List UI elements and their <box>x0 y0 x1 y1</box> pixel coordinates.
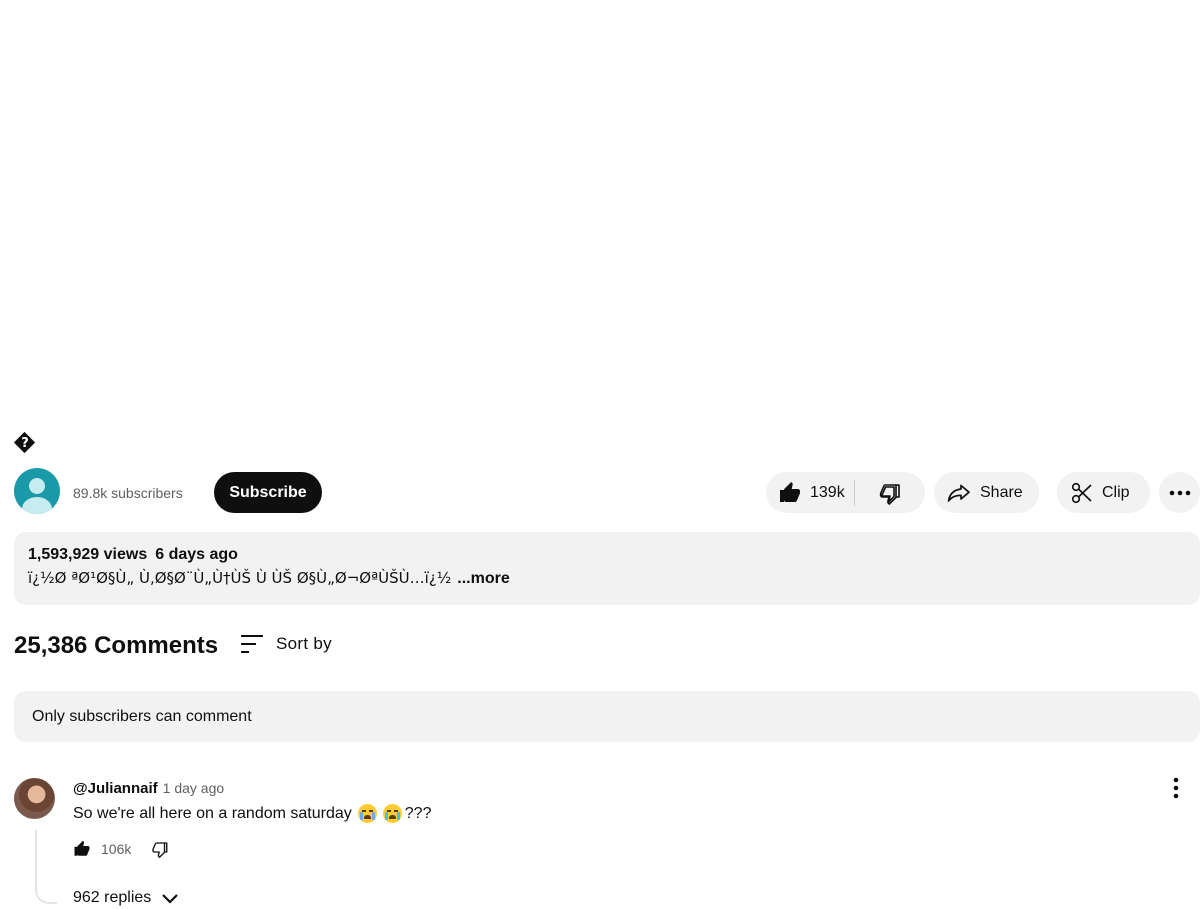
clip-label: Clip <box>1102 483 1130 501</box>
share-label: Share <box>980 483 1023 501</box>
sort-by-button[interactable]: Sort by <box>240 632 332 656</box>
sort-icon <box>241 635 263 653</box>
loudly-crying-face-icon <box>382 804 402 823</box>
description-meta: 1,593,929 views 6 days ago <box>28 546 1186 564</box>
comment-actions: 106k <box>73 838 169 860</box>
clip-button[interactable]: Clip <box>1057 472 1150 513</box>
comment-dislike-button[interactable] <box>151 840 169 858</box>
description-text: ï¿½Ø ªØ¹Ø§Ù„ Ù‚Ø§Ø¨Ù„Ù†ÙŠ Ù ÙŠ Ø§Ù„Ø¬ØªÙ… <box>28 569 510 587</box>
comment-header: @Juliannaif 1 day ago <box>73 780 224 797</box>
loudly-crying-face-icon <box>357 804 377 823</box>
comment-text: So we're all here on a random saturday ?… <box>73 804 432 823</box>
more-actions-button[interactable] <box>1159 472 1200 513</box>
share-icon <box>947 484 970 502</box>
chevron-down-icon <box>162 894 179 904</box>
owner-row: 89.8k subscribers Subscribe 139k Share C… <box>14 468 1200 514</box>
video-title: ? <box>13 431 36 454</box>
comment-time[interactable]: 1 day ago <box>163 780 225 796</box>
like-count: 139k <box>810 483 845 501</box>
channel-avatar[interactable] <box>14 468 60 514</box>
thread-line <box>35 830 57 904</box>
view-count: 1,593,929 views <box>28 546 148 563</box>
comments-count: 25,386 Comments <box>14 632 219 659</box>
comment-like-icon[interactable] <box>73 840 91 858</box>
scissors-icon <box>1071 482 1092 503</box>
comment-author[interactable]: @Juliannaif <box>73 780 158 797</box>
dislike-button[interactable] <box>855 472 925 513</box>
thumbs-down-icon <box>879 483 900 505</box>
subscriber-count: 89.8k subscribers <box>73 485 183 501</box>
sort-by-label: Sort by <box>276 634 332 653</box>
like-button[interactable]: 139k <box>766 472 854 513</box>
upload-date: 6 days ago <box>155 546 238 563</box>
share-button[interactable]: Share <box>934 472 1039 513</box>
default-avatar-icon <box>29 478 45 494</box>
more-horizontal-icon <box>1169 490 1190 495</box>
more-link[interactable]: ...more <box>457 570 509 587</box>
subscribe-button[interactable]: Subscribe <box>214 472 322 513</box>
like-dislike-group: 139k <box>766 472 925 513</box>
replies-label: 962 replies <box>73 889 152 906</box>
comment-thread: @Juliannaif 1 day ago So we're all here … <box>14 776 1200 909</box>
comment-menu-button[interactable] <box>1166 776 1186 800</box>
commenter-avatar[interactable] <box>14 778 55 819</box>
description-box[interactable]: 1,593,929 views 6 days ago ï¿½Ø ªØ¹Ø§Ù„ Ù… <box>14 532 1200 605</box>
comment-like-count: 106k <box>101 841 132 857</box>
watch-page: ? 89.8k subscribers Subscribe 139k Share… <box>0 0 1200 909</box>
more-vertical-icon <box>1173 777 1179 799</box>
comment-restriction-notice: Only subscribers can comment <box>14 691 1200 742</box>
thumbs-up-icon <box>780 481 800 502</box>
replies-toggle[interactable]: 962 replies <box>73 889 179 907</box>
comment-dislike-icon <box>152 842 168 858</box>
